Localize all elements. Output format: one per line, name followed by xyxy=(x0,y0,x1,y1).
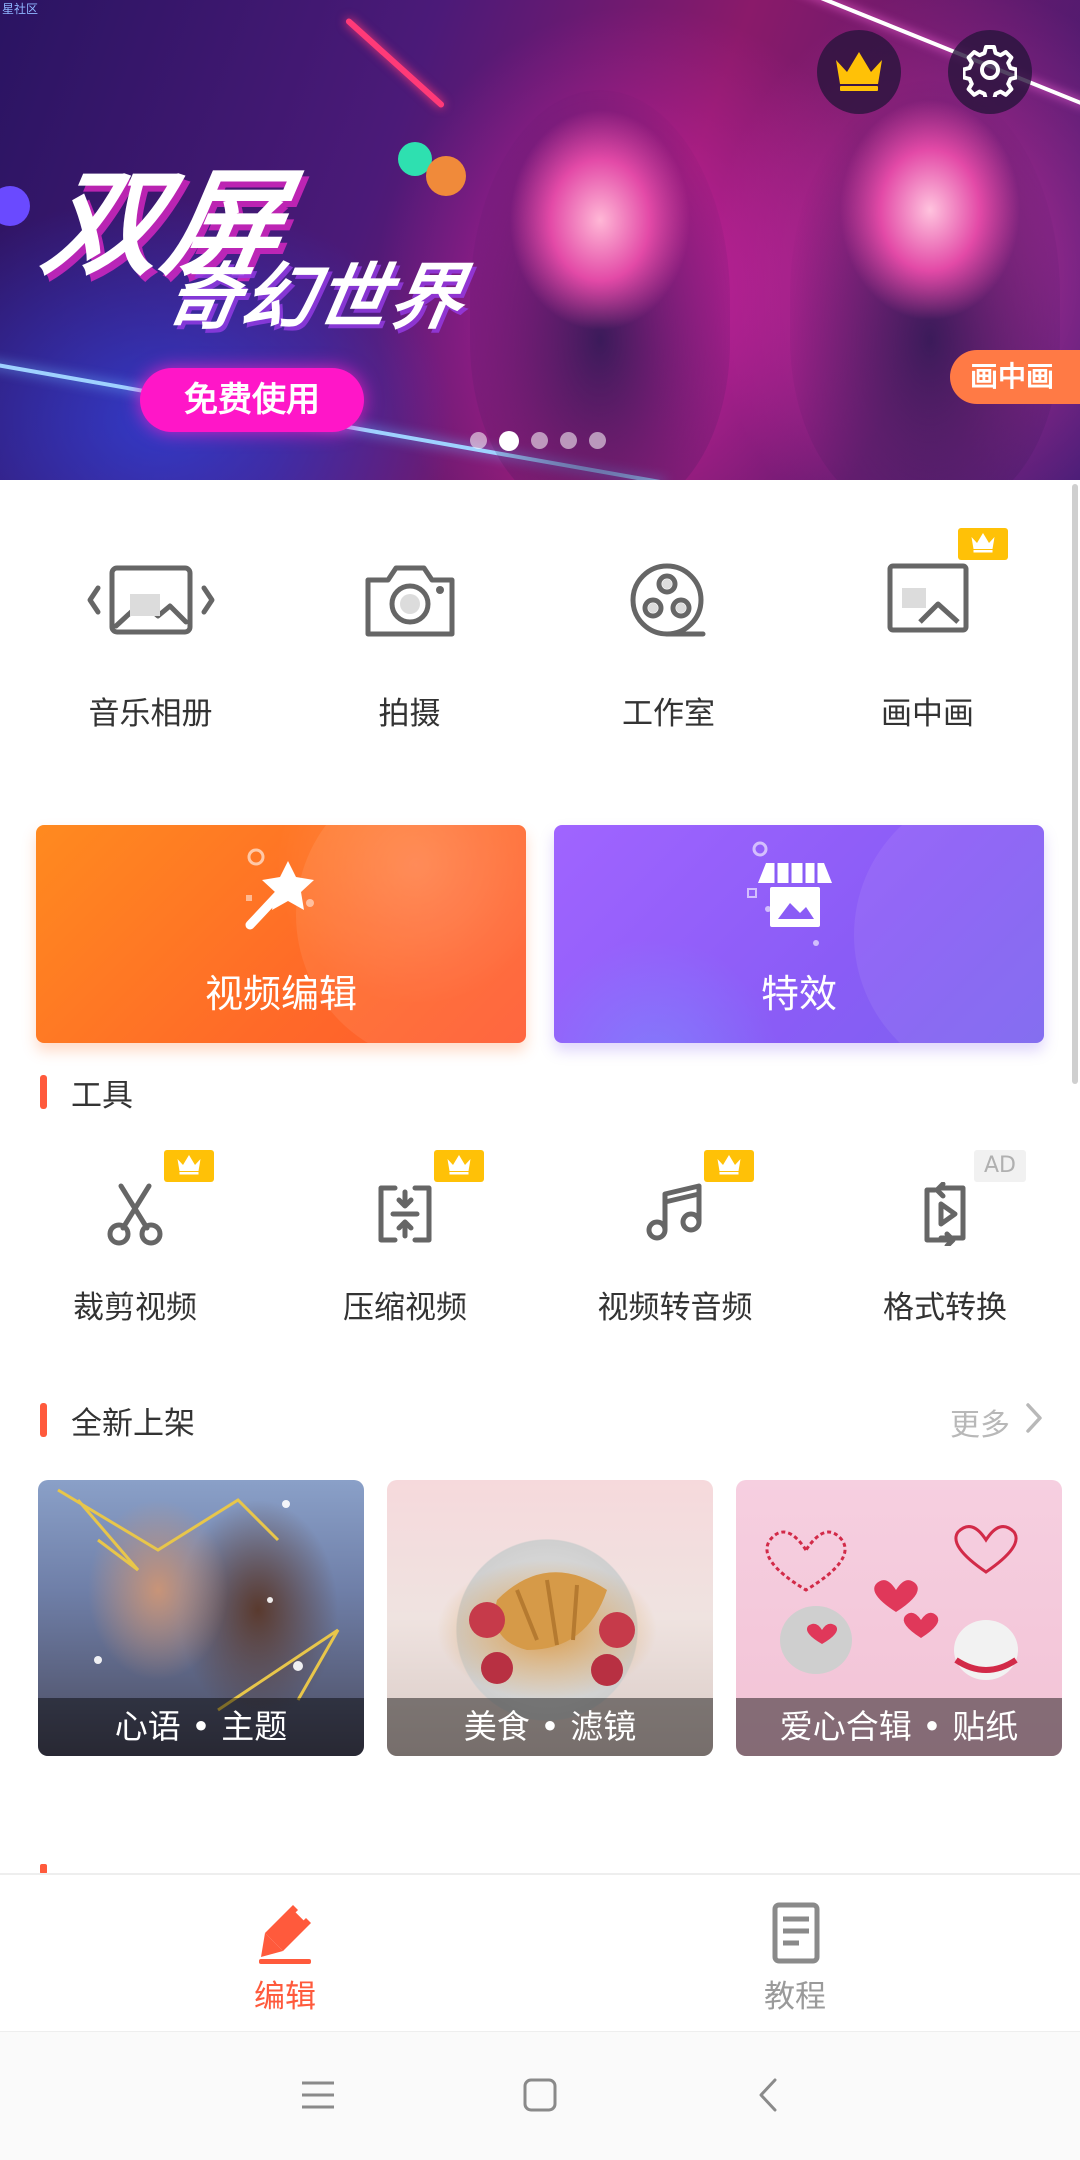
tool-label: 视频转音频 xyxy=(597,1290,753,1326)
vip-crown-badge xyxy=(434,1150,484,1182)
ad-badge: AD xyxy=(974,1150,1026,1182)
section-title: 全新上架 xyxy=(71,1405,195,1442)
tile-food-filter[interactable]: 美食 • 滤镜 xyxy=(387,1480,713,1756)
gear-icon xyxy=(961,43,1019,102)
video-edit-label: 视频编辑 xyxy=(204,972,357,1016)
feature-picture-in-picture[interactable]: 画中画 xyxy=(798,520,1057,750)
home-icon xyxy=(523,2078,557,2116)
tile-caption: 美食 • 滤镜 xyxy=(387,1698,713,1756)
tool-label: 压缩视频 xyxy=(343,1290,467,1326)
film-reel-icon xyxy=(627,560,711,648)
settings-button[interactable] xyxy=(948,30,1032,114)
carousel-dot-active[interactable] xyxy=(499,431,519,451)
crown-icon xyxy=(174,1153,204,1179)
tool-video-to-audio[interactable]: 视频转音频 xyxy=(540,1140,810,1340)
music-note-icon xyxy=(643,1182,707,1250)
tile-caption: 爱心合辑 • 贴纸 xyxy=(736,1698,1062,1756)
store-icon xyxy=(740,839,850,953)
camera-icon xyxy=(362,560,458,644)
neon-line-decoration xyxy=(344,17,446,109)
app-screen: 星社区 双屏 奇幻世界 免费使用 画中画 音乐相册 拍摄 工作室 画中画 视频编… xyxy=(0,0,1080,2160)
tools-grid: 裁剪视频 压缩视频 视频转音频 AD 格式转换 xyxy=(0,1140,1080,1340)
back-button[interactable] xyxy=(738,2072,798,2122)
vip-button[interactable] xyxy=(817,30,901,114)
free-use-button[interactable]: 免费使用 xyxy=(140,368,364,432)
new-arrivals-header: 全新上架 xyxy=(40,1400,195,1442)
tools-section-header: 工具 xyxy=(40,1072,133,1114)
system-navigation-bar xyxy=(0,2031,1080,2160)
menu-button[interactable] xyxy=(288,2072,348,2122)
banner-subtitle: 奇幻世界 xyxy=(161,255,473,339)
section-accent-bar xyxy=(40,1403,47,1437)
tab-label: 编辑 xyxy=(254,1979,316,2015)
tool-compress-video[interactable]: 压缩视频 xyxy=(270,1140,540,1340)
section-title: 工具 xyxy=(71,1077,133,1114)
feature-label: 画中画 xyxy=(881,696,974,732)
more-link[interactable]: 更多 xyxy=(950,1400,1044,1444)
carousel-dot[interactable] xyxy=(531,432,548,449)
bubble-decoration xyxy=(426,156,466,196)
feature-music-album[interactable]: 音乐相册 xyxy=(21,520,280,750)
pip-tag[interactable]: 画中画 xyxy=(950,350,1080,404)
model-figure-left xyxy=(470,90,730,480)
vip-crown-badge xyxy=(164,1150,214,1182)
new-arrivals-carousel[interactable]: 心语 • 主题 美食 • 滤镜 爱心合辑 • 贴纸 xyxy=(38,1480,1080,1756)
chevron-right-icon xyxy=(1024,1401,1044,1443)
tile-theme[interactable]: 心语 • 主题 xyxy=(38,1480,364,1756)
menu-icon xyxy=(300,2080,336,2114)
carousel-dot[interactable] xyxy=(589,432,606,449)
tab-edit[interactable]: 编辑 xyxy=(15,1875,555,2031)
crown-icon xyxy=(714,1153,744,1179)
picture-in-picture-icon xyxy=(886,560,970,640)
next-section-peek xyxy=(40,1858,1040,1874)
tab-tutorial[interactable]: 教程 xyxy=(525,1875,1065,2031)
pencil-icon xyxy=(253,1901,317,1969)
tool-label: 格式转换 xyxy=(883,1290,1007,1326)
model-figure-right xyxy=(790,80,1060,480)
feature-label: 工作室 xyxy=(622,696,715,732)
carousel-dot[interactable] xyxy=(470,432,487,449)
tool-trim-video[interactable]: 裁剪视频 xyxy=(0,1140,270,1340)
video-edit-card[interactable]: 视频编辑 xyxy=(36,825,526,1043)
vip-crown-badge xyxy=(958,528,1008,560)
feature-shoot[interactable]: 拍摄 xyxy=(280,520,539,750)
feature-label: 拍摄 xyxy=(378,696,441,732)
promo-banner[interactable]: 星社区 双屏 奇幻世界 免费使用 画中画 xyxy=(0,0,1080,480)
effects-card[interactable]: 特效 xyxy=(554,825,1044,1043)
crown-icon xyxy=(832,48,886,96)
document-icon xyxy=(765,1901,825,1969)
more-label: 更多 xyxy=(950,1408,1010,1443)
magic-wand-icon xyxy=(232,843,332,947)
effects-label: 特效 xyxy=(760,972,837,1016)
tool-label: 裁剪视频 xyxy=(73,1290,197,1326)
feature-grid: 音乐相册 拍摄 工作室 画中画 xyxy=(0,520,1080,750)
feature-label: 音乐相册 xyxy=(88,696,213,732)
tool-format-convert[interactable]: AD 格式转换 xyxy=(810,1140,1080,1340)
crown-icon xyxy=(968,531,998,557)
carousel-dot[interactable] xyxy=(560,432,577,449)
feature-studio[interactable]: 工作室 xyxy=(539,520,798,750)
tile-caption: 心语 • 主题 xyxy=(38,1698,364,1756)
vip-crown-badge xyxy=(704,1150,754,1182)
bubble-decoration xyxy=(0,186,30,226)
convert-icon xyxy=(913,1181,977,1250)
compress-icon xyxy=(373,1182,437,1250)
scissors-icon xyxy=(103,1182,167,1250)
crown-icon xyxy=(444,1153,474,1179)
tile-love-stickers[interactable]: 爱心合辑 • 贴纸 xyxy=(736,1480,1062,1756)
section-accent-bar xyxy=(40,1075,47,1109)
tab-label: 教程 xyxy=(764,1979,826,2015)
photo-album-icon xyxy=(86,560,216,644)
status-mini-text: 星社区 xyxy=(2,2,39,16)
home-button[interactable] xyxy=(510,2072,570,2122)
back-icon xyxy=(757,2077,779,2117)
carousel-dots xyxy=(470,431,606,451)
bottom-tab-bar: 编辑 教程 xyxy=(0,1873,1080,2031)
